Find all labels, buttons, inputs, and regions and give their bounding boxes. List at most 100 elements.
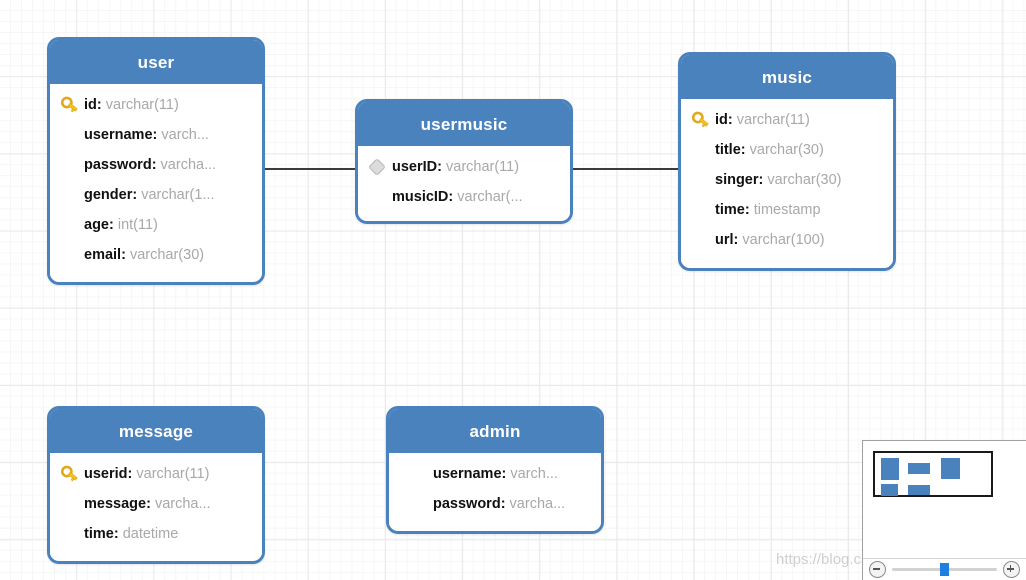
attribute-text: password: varcha... (433, 496, 565, 512)
attribute-text: userid: varchar(11) (84, 466, 209, 482)
no-key-icon (60, 215, 84, 235)
relationship-line-user-usermusic[interactable] (265, 168, 356, 170)
primary-key-icon (691, 110, 715, 130)
entity-header-message: message (50, 409, 262, 453)
attribute-row[interactable]: gender: varchar(1... (50, 180, 262, 210)
attribute-text: url: varchar(100) (715, 232, 825, 248)
attribute-separator: : (727, 112, 737, 128)
entity-table-music[interactable]: music id: varchar(11) title: varchar(30)… (678, 52, 896, 271)
no-key-icon (60, 524, 84, 544)
attribute-row[interactable]: userID: varchar(11) (358, 152, 570, 182)
entity-header-music: music (681, 55, 893, 99)
attribute-separator: : (132, 187, 142, 203)
entity-header-user: user (50, 40, 262, 84)
zoom-out-icon[interactable] (869, 561, 886, 578)
attribute-separator: : (146, 496, 155, 512)
attribute-type: varchar(30) (129, 247, 205, 263)
attribute-row[interactable]: userid: varchar(11) (50, 459, 262, 489)
attribute-row[interactable]: title: varchar(30) (681, 135, 893, 165)
index-icon (368, 157, 392, 177)
attribute-row[interactable]: username: varch... (389, 459, 601, 489)
minimap-entity-thumb (881, 458, 899, 480)
attribute-type: varchar(11) (105, 97, 179, 113)
entity-table-message[interactable]: message userid: varchar(11) message: var… (47, 406, 265, 564)
attribute-name: id (84, 97, 97, 113)
zoom-slider-track[interactable] (892, 563, 997, 576)
attribute-text: singer: varchar(30) (715, 172, 842, 188)
attribute-row[interactable]: id: varchar(11) (50, 90, 262, 120)
attribute-type: int(11) (117, 217, 158, 233)
attribute-row[interactable]: time: timestamp (681, 195, 893, 225)
attribute-name: password (84, 157, 152, 173)
attribute-row[interactable]: musicID: varchar(... (358, 182, 570, 212)
attribute-text: email: varchar(30) (84, 247, 204, 263)
attribute-text: userID: varchar(11) (392, 159, 519, 175)
attribute-row[interactable]: password: varcha... (389, 489, 601, 519)
no-key-icon (409, 494, 433, 514)
entity-header-admin: admin (389, 409, 601, 453)
attribute-text: username: varch... (433, 466, 558, 482)
attribute-text: time: datetime (84, 526, 178, 542)
attribute-name: username (433, 466, 502, 482)
attribute-name: userID (392, 159, 438, 175)
no-key-icon (691, 200, 715, 220)
attribute-type: varchar(... (457, 189, 523, 205)
no-key-icon (368, 187, 392, 207)
attribute-name: time (84, 526, 114, 542)
attribute-text: title: varchar(30) (715, 142, 824, 158)
relationship-line-usermusic-music[interactable] (573, 168, 679, 170)
attribute-text: username: varch... (84, 127, 209, 143)
minimap-entity-thumb (908, 485, 930, 495)
attribute-row[interactable]: age: int(11) (50, 210, 262, 240)
entity-title-usermusic: usermusic (420, 114, 508, 134)
attribute-row[interactable]: password: varcha... (50, 150, 262, 180)
attribute-name: title (715, 142, 741, 158)
attribute-row[interactable]: time: datetime (50, 519, 262, 549)
attribute-row[interactable]: id: varchar(11) (681, 105, 893, 135)
attribute-name: id (715, 112, 728, 128)
attribute-separator: : (96, 97, 106, 113)
entity-header-usermusic: usermusic (358, 102, 570, 146)
entity-table-admin[interactable]: admin username: varch... password: varch… (386, 406, 604, 534)
entity-table-user[interactable]: user id: varchar(11) username: varch... … (47, 37, 265, 285)
entity-body-message: userid: varchar(11) message: varcha... t… (50, 453, 262, 557)
no-key-icon (691, 170, 715, 190)
entity-table-usermusic[interactable]: usermusic userID: varchar(11) musicID: v… (355, 99, 573, 224)
minimap-viewport-box[interactable] (873, 451, 993, 497)
primary-key-icon (60, 95, 84, 115)
attribute-row[interactable]: username: varch... (50, 120, 262, 150)
attribute-type: varch... (161, 127, 209, 143)
minimap-panel[interactable] (862, 440, 1026, 580)
zoom-in-icon[interactable] (1003, 561, 1020, 578)
attribute-type: varchar(30) (749, 142, 824, 158)
attribute-name: username (84, 127, 153, 143)
attribute-name: userid (84, 466, 128, 482)
attribute-separator: : (151, 157, 161, 173)
entity-title-message: message (118, 421, 194, 441)
no-key-icon (60, 494, 84, 514)
attribute-separator: : (500, 496, 510, 512)
attribute-row[interactable]: email: varchar(30) (50, 240, 262, 270)
attribute-separator: : (121, 247, 130, 263)
attribute-name: age (84, 217, 109, 233)
attribute-row[interactable]: singer: varchar(30) (681, 165, 893, 195)
no-key-icon (60, 245, 84, 265)
no-key-icon (60, 185, 84, 205)
er-diagram-canvas[interactable]: user id: varchar(11) username: varch... … (0, 0, 1026, 580)
attribute-type: varcha... (160, 157, 217, 173)
attribute-name: url (715, 232, 734, 248)
entity-body-music: id: varchar(11) title: varchar(30) singe… (681, 99, 893, 263)
entity-title-music: music (761, 67, 813, 87)
attribute-separator: : (113, 526, 123, 542)
minimap-entity-thumb (941, 458, 960, 479)
attribute-separator: : (744, 202, 754, 218)
zoom-control-bar[interactable] (863, 558, 1026, 580)
entity-body-admin: username: varch... password: varcha... (389, 453, 601, 527)
attribute-type: varchar(11) (446, 159, 520, 175)
attribute-name: musicID (392, 189, 449, 205)
attribute-row[interactable]: message: varcha... (50, 489, 262, 519)
attribute-row[interactable]: url: varchar(100) (681, 225, 893, 255)
zoom-slider-handle[interactable] (940, 563, 950, 576)
attribute-separator: : (740, 142, 750, 158)
attribute-name: password (433, 496, 501, 512)
